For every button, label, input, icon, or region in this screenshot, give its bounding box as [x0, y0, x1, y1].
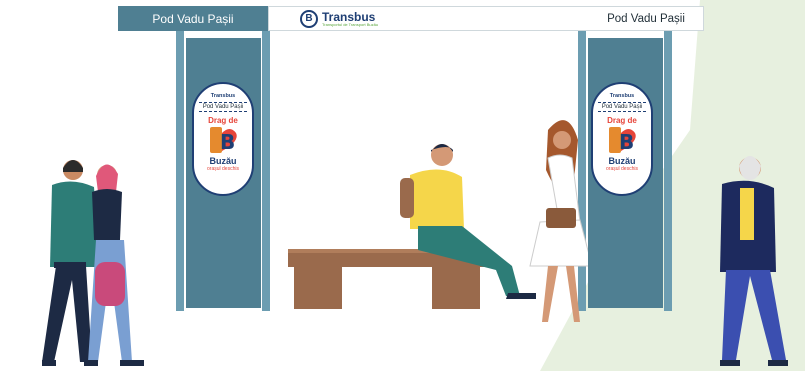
stop-name-left: Pod Vadu Pașii [152, 11, 234, 26]
shelter-post-left [176, 31, 184, 311]
poster-headline: Drag de [607, 116, 637, 125]
poster-city: Buzău [608, 156, 636, 166]
brand-name: Transbus [322, 9, 376, 24]
shelter-post-right-inner [578, 31, 586, 311]
stop-name-sign-left: Pod Vadu Pașii [118, 6, 268, 31]
poster-brand: Transbus [210, 93, 236, 99]
stop-name-right: Pod Vadu Pașii [607, 12, 685, 25]
svg-text:B: B [220, 130, 235, 154]
poster-city: Buzău [209, 156, 237, 166]
poster-stop-name: Pod Vadu Pașii [598, 102, 646, 112]
poster-right: Transbus Pod Vadu Pașii Drag de B Buzău … [591, 82, 653, 196]
stop-name-sign-right: Pod Vadu Pașii [588, 6, 704, 31]
heart-b-icon: B [210, 127, 237, 154]
couple-figure [42, 160, 144, 366]
shelter-post-left-inner [262, 31, 270, 311]
heart-b-icon: B [609, 127, 636, 154]
poster-headline: Drag de [208, 116, 238, 125]
ad-panel-left: Transbus Pod Vadu Pașii Drag de B Buzău … [186, 38, 261, 308]
poster-tagline: orașul deschis [207, 166, 239, 172]
brand-subtitle: Transportul de Transport Buzău [322, 21, 379, 27]
shelter-post-right [664, 31, 672, 311]
logo-mark-icon: B [300, 9, 318, 28]
poster-tagline: orașul deschis [606, 166, 638, 172]
bus-stop-illustration [42, 0, 805, 371]
poster-left: Transbus Pod Vadu Pașii Drag de B Buzău … [192, 82, 254, 196]
ad-panel-right: Transbus Pod Vadu Pașii Drag de B Buzău … [588, 38, 663, 308]
poster-brand: Transbus [609, 93, 635, 99]
transbus-logo: B Transbus Transportul de Transport Buză… [300, 8, 378, 29]
poster-stop-name: Pod Vadu Pașii [199, 102, 247, 112]
svg-text:B: B [619, 130, 634, 154]
